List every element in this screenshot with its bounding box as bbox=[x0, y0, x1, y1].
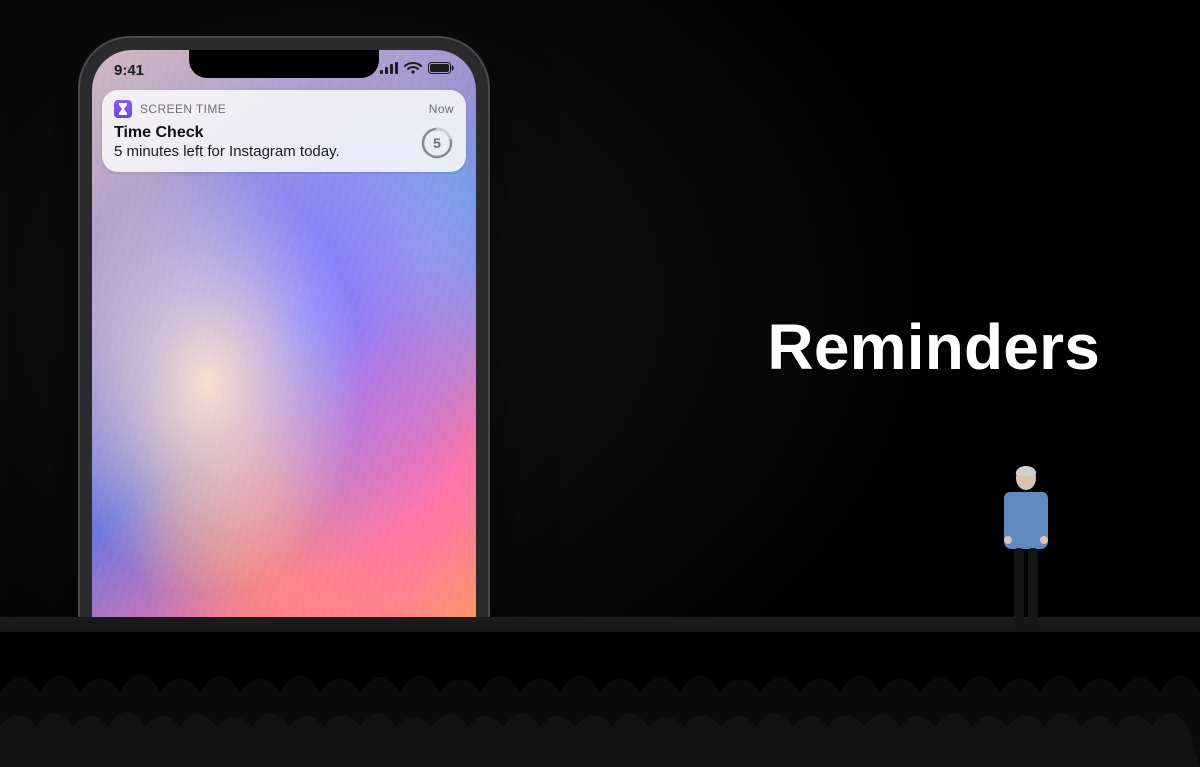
hourglass-icon bbox=[114, 100, 132, 118]
status-time: 9:41 bbox=[114, 62, 144, 79]
iphone-screen: 9:41 SCREEN TIME Now bbox=[92, 50, 476, 656]
cell-signal-icon bbox=[380, 61, 398, 79]
notification-app-name: SCREEN TIME bbox=[140, 102, 226, 116]
slide-headline: Reminders bbox=[767, 310, 1100, 384]
audience bbox=[0, 632, 1200, 767]
battery-icon bbox=[428, 61, 454, 79]
iphone-notch bbox=[189, 50, 379, 78]
iphone-mockup: 9:41 SCREEN TIME Now bbox=[80, 38, 488, 668]
notification-timestamp: Now bbox=[429, 102, 454, 116]
notification-title: Time Check bbox=[114, 124, 454, 142]
wifi-icon bbox=[404, 61, 422, 79]
countdown-minutes: 5 bbox=[433, 135, 441, 151]
countdown-ring-icon: 5 bbox=[420, 126, 454, 160]
presenter bbox=[990, 462, 1060, 652]
notification-card[interactable]: SCREEN TIME Now Time Check 5 minutes lef… bbox=[102, 90, 466, 172]
notification-body: 5 minutes left for Instagram today. bbox=[114, 143, 454, 160]
